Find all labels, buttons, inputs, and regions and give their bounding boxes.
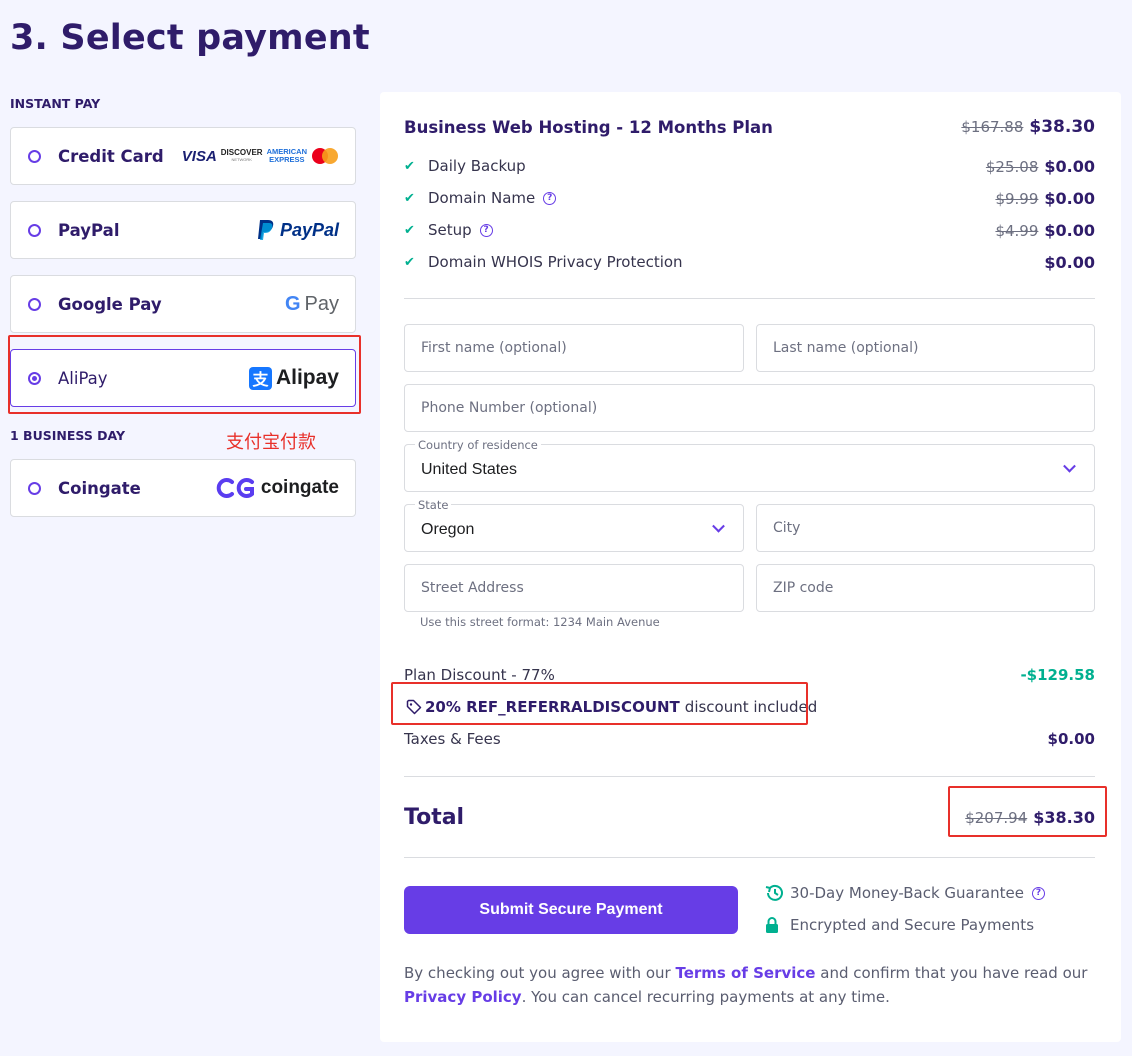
state-select[interactable]: State Oregon [404, 498, 744, 552]
radio-credit-card[interactable] [28, 149, 41, 163]
divider [404, 776, 1095, 777]
taxes-row: Taxes & Fees $0.00 [404, 729, 1095, 749]
help-icon[interactable]: ? [543, 191, 557, 205]
money-back-guarantee: 30-Day Money-Back Guarantee ? [764, 884, 1045, 902]
annotation-alipay-note: 支付宝付款 [226, 432, 316, 453]
payment-label: Coingate [58, 478, 141, 498]
payment-label: Google Pay [58, 294, 162, 314]
payment-label: Credit Card [58, 146, 164, 166]
check-icon: ✔ [404, 190, 415, 206]
country-select[interactable]: Country of residence United States [404, 438, 1095, 492]
card-logos: VISA DISCOVER NETWORK AMERICAN EXPRESS [182, 147, 339, 165]
annotation-box-coupon [391, 682, 808, 725]
country-caption: Country of residence [415, 438, 541, 452]
privacy-policy-link[interactable]: Privacy Policy [404, 988, 522, 1006]
radio-paypal[interactable] [28, 223, 41, 237]
coingate-logo: coingate [215, 477, 339, 499]
page-title: 3. Select payment [10, 18, 370, 58]
paypal-icon [257, 220, 274, 240]
feature-row: ✔ Domain Name? $9.99 $0.00 [404, 188, 1095, 208]
google-pay-logo: G Pay [284, 292, 339, 315]
visa-logo: VISA [181, 147, 217, 165]
payment-option-paypal[interactable]: PayPal PayPal [10, 201, 356, 259]
discover-logo: DISCOVER NETWORK [220, 148, 263, 163]
phone-field[interactable]: Phone Number (optional) [404, 384, 1095, 432]
feature-row: ✔ Daily Backup $25.08 $0.00 [404, 156, 1095, 176]
plan-discount-value: -$129.58 [1020, 666, 1095, 684]
payment-option-credit-card[interactable]: Credit Card VISA DISCOVER NETWORK AMERIC… [10, 127, 356, 185]
instant-pay-label: INSTANT PAY [10, 96, 101, 111]
check-icon: ✔ [404, 254, 415, 270]
plan-old-price: $167.88 [961, 118, 1024, 136]
chevron-down-icon [1063, 459, 1076, 473]
help-icon[interactable]: ? [1031, 886, 1045, 900]
city-field[interactable]: City [756, 504, 1095, 552]
radio-coingate[interactable] [28, 481, 41, 495]
submit-payment-button[interactable]: Submit Secure Payment [404, 886, 738, 934]
radio-google-pay[interactable] [28, 297, 41, 311]
help-icon[interactable]: ? [479, 223, 493, 237]
plan-row: Business Web Hosting - 12 Months Plan $1… [404, 116, 1095, 138]
terms-of-service-link[interactable]: Terms of Service [675, 964, 815, 982]
annotation-box-alipay [8, 335, 361, 414]
feature-row: ✔ Domain WHOIS Privacy Protection $0.00 [404, 252, 1095, 272]
zip-code-field[interactable]: ZIP code [756, 564, 1095, 612]
business-day-label: 1 BUSINESS DAY [10, 428, 126, 443]
divider [404, 298, 1095, 299]
street-address-field[interactable]: Street Address [404, 564, 744, 612]
legal-text: By checking out you agree with our Terms… [404, 964, 1088, 1006]
street-format-hint: Use this street format: 1234 Main Avenue [420, 615, 660, 629]
history-icon [765, 884, 783, 901]
first-name-field[interactable]: First name (optional) [404, 324, 744, 372]
payment-option-google-pay[interactable]: Google Pay G Pay [10, 275, 356, 333]
annotation-box-total [948, 786, 1107, 837]
country-value: United States [421, 461, 518, 478]
last-name-field[interactable]: Last name (optional) [756, 324, 1095, 372]
payment-label: PayPal [58, 220, 120, 240]
chevron-down-icon [712, 519, 725, 533]
divider [404, 857, 1095, 858]
state-caption: State [415, 498, 452, 512]
check-icon: ✔ [404, 222, 415, 238]
state-value: Oregon [421, 521, 475, 538]
google-g-icon: G [284, 292, 301, 315]
feature-row: ✔ Setup? $4.99 $0.00 [404, 220, 1095, 240]
paypal-logo: PayPal [256, 219, 339, 241]
payment-option-coingate[interactable]: Coingate coingate [10, 459, 356, 517]
check-icon: ✔ [404, 158, 415, 174]
taxes-value: $0.00 [1047, 730, 1095, 748]
total-label: Total [404, 804, 465, 830]
secure-payments: Encrypted and Secure Payments [764, 916, 1034, 934]
taxes-label: Taxes & Fees [404, 730, 501, 748]
amex-logo: AMERICAN EXPRESS [266, 147, 307, 164]
lock-icon [766, 917, 778, 933]
plan-price: $38.30 [1029, 117, 1095, 137]
coingate-icon [216, 478, 254, 498]
plan-name: Business Web Hosting - 12 Months Plan [404, 117, 773, 137]
mastercard-icon [312, 148, 338, 164]
